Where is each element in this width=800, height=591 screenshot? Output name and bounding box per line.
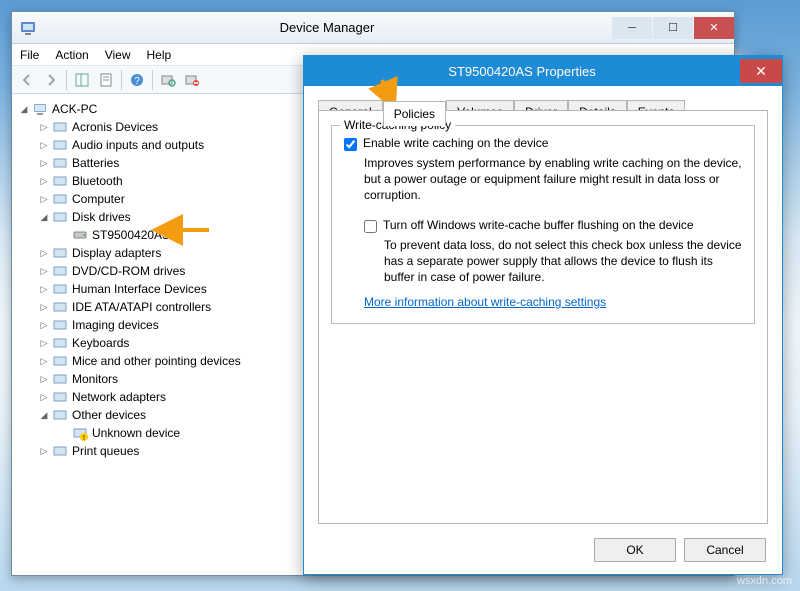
close-button[interactable]: ✕ [694,17,734,39]
tree-label: DVD/CD-ROM drives [72,264,185,278]
tree-label: Keyboards [72,336,129,350]
expand-icon[interactable]: ▷ [38,391,50,403]
tree-label: Monitors [72,372,118,386]
minimize-button[interactable]: ─ [612,17,652,39]
tree-label: ACK-PC [52,102,97,116]
category-icon [52,317,68,333]
collapse-icon[interactable]: ◢ [18,103,30,115]
category-icon [52,335,68,351]
expand-icon[interactable]: ▷ [38,139,50,151]
tree-label: Batteries [72,156,119,170]
expand-icon[interactable]: ▷ [38,265,50,277]
expand-icon[interactable]: ▷ [38,121,50,133]
device-icon: ! [72,425,88,441]
cancel-button[interactable]: Cancel [684,538,766,562]
watermark: wsxdn.com [737,575,792,587]
back-button[interactable] [16,69,38,91]
category-icon [52,263,68,279]
tree-label: Other devices [72,408,146,422]
tab-policies[interactable]: Policies [383,101,446,126]
checkbox-description: Improves system performance by enabling … [364,155,742,204]
window-title: Device Manager [42,20,612,35]
tree-label: Audio inputs and outputs [72,138,204,152]
uninstall-button[interactable] [181,69,203,91]
svg-text:!: ! [83,435,85,441]
category-icon [52,209,68,225]
scan-button[interactable] [157,69,179,91]
tree-label: Display adapters [72,246,161,260]
expand-icon[interactable]: ▷ [38,193,50,205]
turn-off-flush-row: Turn off Windows write-cache buffer flus… [364,218,742,233]
tree-label: Disk drives [72,210,131,224]
titlebar[interactable]: Device Manager ─ ☐ ✕ [12,12,734,44]
checkbox-label[interactable]: Enable write caching on the device [363,136,548,150]
expand-icon[interactable]: ▷ [38,157,50,169]
expand-icon[interactable]: ▷ [38,319,50,331]
checkbox-label[interactable]: Turn off Windows write-cache buffer flus… [383,218,694,232]
expand-icon[interactable]: ▷ [38,247,50,259]
checkbox-description: To prevent data loss, do not select this… [384,237,742,286]
svg-text:?: ? [134,76,140,87]
menu-view[interactable]: View [105,48,131,62]
tab-panel-policies: Write-caching policy Enable write cachin… [318,110,768,524]
ok-button[interactable]: OK [594,538,676,562]
device-icon [72,227,88,243]
tree-label: Mice and other pointing devices [72,354,241,368]
category-icon [52,407,68,423]
category-icon [52,191,68,207]
expand-icon[interactable]: ◢ [38,409,50,421]
category-icon [52,389,68,405]
expand-icon[interactable]: ▷ [38,175,50,187]
enable-write-caching-checkbox[interactable] [344,138,357,151]
menu-file[interactable]: File [20,48,39,62]
show-hide-tree-button[interactable] [71,69,93,91]
dialog-titlebar[interactable]: ST9500420AS Properties ✕ [304,56,782,86]
category-icon [52,245,68,261]
tree-label: Imaging devices [72,318,159,332]
category-icon [52,443,68,459]
expand-icon[interactable]: ▷ [38,373,50,385]
enable-write-caching-row: Enable write caching on the device [344,136,742,151]
forward-button[interactable] [40,69,62,91]
turn-off-flush-checkbox[interactable] [364,220,377,233]
properties-button[interactable] [95,69,117,91]
app-icon [20,20,36,36]
tree-label: Human Interface Devices [72,282,207,296]
category-icon [52,155,68,171]
menu-help[interactable]: Help [147,48,172,62]
tree-label: Network adapters [72,390,166,404]
dialog-close-button[interactable]: ✕ [740,59,782,83]
expand-icon[interactable]: ◢ [38,211,50,223]
write-caching-group: Write-caching policy Enable write cachin… [331,125,755,324]
maximize-button[interactable]: ☐ [653,17,693,39]
tree-label: IDE ATA/ATAPI controllers [72,300,211,314]
category-icon [52,137,68,153]
category-icon [52,371,68,387]
menu-action[interactable]: Action [55,48,88,62]
tree-label: ST9500420AS [92,228,170,242]
category-icon [52,299,68,315]
tree-label: Computer [72,192,125,206]
expand-icon[interactable]: ▷ [38,445,50,457]
tree-label: Unknown device [92,426,180,440]
expand-icon[interactable]: ▷ [38,337,50,349]
tree-label: Acronis Devices [72,120,158,134]
dialog-title: ST9500420AS Properties [304,64,740,79]
expand-icon[interactable]: ▷ [38,301,50,313]
help-button[interactable]: ? [126,69,148,91]
tree-label: Bluetooth [72,174,123,188]
more-info-link[interactable]: More information about write-caching set… [364,295,606,309]
expand-icon[interactable]: ▷ [38,283,50,295]
category-icon [52,353,68,369]
tree-label: Print queues [72,444,139,458]
expand-icon[interactable]: ▷ [38,355,50,367]
properties-dialog: ST9500420AS Properties ✕ GeneralPolicies… [303,55,783,575]
computer-icon [32,101,48,117]
category-icon [52,173,68,189]
category-icon [52,281,68,297]
category-icon [52,119,68,135]
